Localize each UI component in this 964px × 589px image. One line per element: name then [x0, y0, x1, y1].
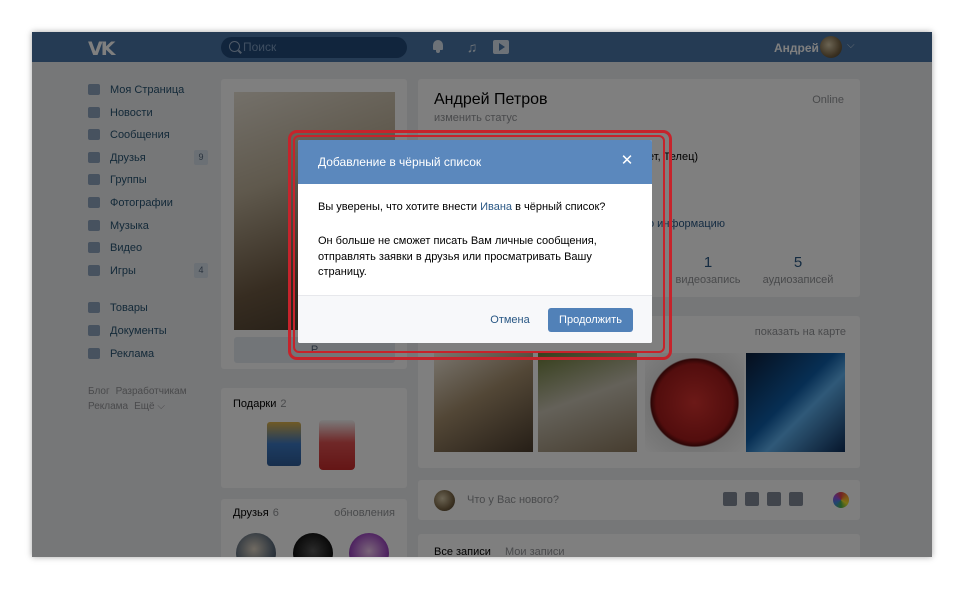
dialog-footer: Отмена Продолжить [298, 295, 652, 343]
blacklist-dialog: Добавление в чёрный список ✕ Вы уверены,… [298, 140, 652, 343]
close-icon[interactable]: ✕ [620, 153, 634, 168]
dialog-title: Добавление в чёрный список [318, 155, 482, 169]
browser-viewport: VK Поиск ♫ Андрей ⌵ Моя Страница Новости… [32, 32, 932, 557]
dialog-header: Добавление в чёрный список ✕ [298, 140, 652, 184]
dialog-description: Он больше не сможет писать Вам личные со… [318, 235, 597, 278]
user-link[interactable]: Ивана [480, 201, 512, 213]
dialog-question: Вы уверены, что хотите внести Ивана в чё… [318, 201, 606, 213]
continue-button[interactable]: Продолжить [548, 308, 633, 332]
cancel-button[interactable]: Отмена [485, 308, 535, 332]
